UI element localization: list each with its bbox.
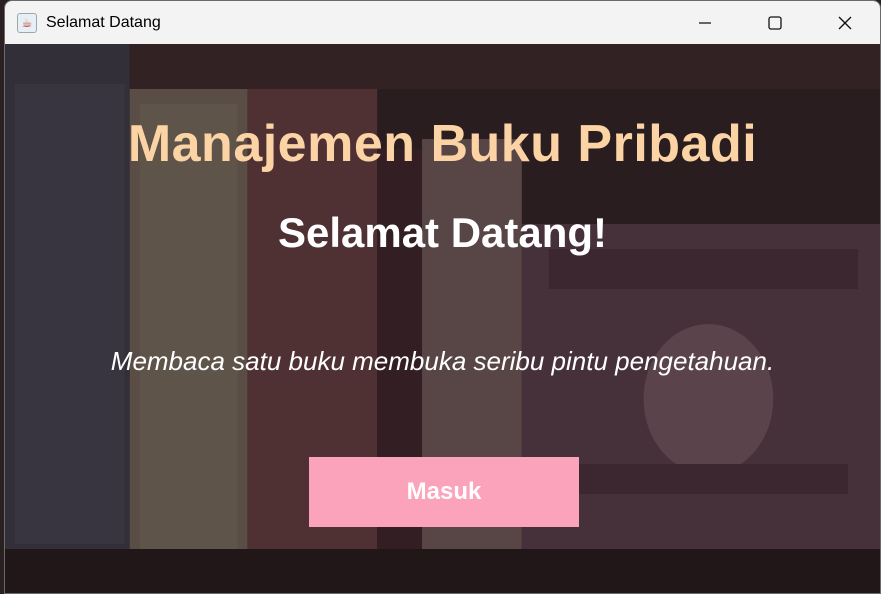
window-controls	[670, 1, 880, 44]
minimize-button[interactable]	[670, 1, 740, 44]
app-heading: Manajemen Buku Pribadi	[127, 115, 758, 173]
masuk-button[interactable]: Masuk	[309, 457, 579, 527]
maximize-icon	[768, 15, 782, 30]
close-button[interactable]	[810, 1, 880, 44]
maximize-button[interactable]	[740, 1, 810, 44]
window-title: Selamat Datang	[46, 13, 161, 31]
minimize-icon	[699, 21, 711, 24]
java-cup-icon: ☕	[17, 12, 37, 33]
app-window: ☕ Selamat Datang Manajemen Buku Pribadi …	[4, 0, 881, 594]
title-bar[interactable]: ☕ Selamat Datang	[5, 1, 880, 44]
welcome-subheading: Selamat Datang!	[277, 209, 608, 256]
close-icon	[838, 16, 852, 29]
reading-quote: Membaca satu buku membuka seribu pintu p…	[110, 346, 775, 376]
welcome-panel: Manajemen Buku Pribadi Selamat Datang! M…	[5, 44, 880, 593]
